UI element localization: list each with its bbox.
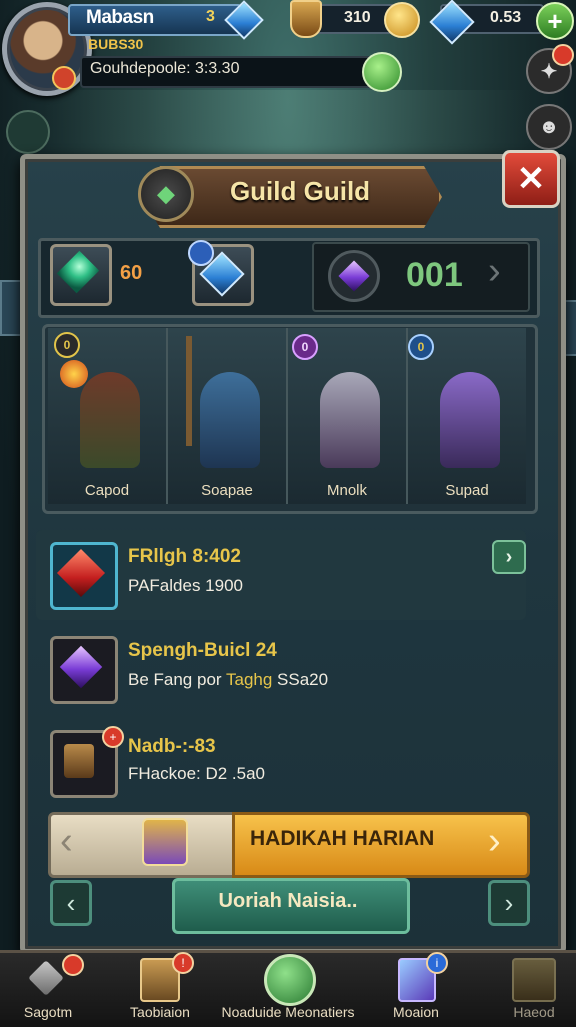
item-subtitle-part: SSa20 [277, 670, 329, 689]
player-level: 3 [206, 8, 215, 25]
nav-item-taobiaion[interactable]: ! Taobiaion [120, 952, 200, 1022]
hero-badge: 0 [292, 334, 318, 360]
panel-title: Guild Guild [229, 176, 371, 206]
nav-item-noaduide[interactable]: Noaduide Meonatiers [218, 952, 358, 1022]
hero-name: Mnolk [326, 482, 367, 499]
item-title: Nadb-:-83 [128, 736, 216, 757]
hero-badge: 0 [54, 332, 80, 358]
reward-value: 60 [120, 262, 143, 284]
nav-notification-dot: i [426, 952, 448, 974]
page-next-button[interactable]: › [488, 880, 530, 926]
nav-item-haeod[interactable]: Haeod [494, 952, 574, 1022]
player-subtitle: BUBS30 [88, 36, 144, 52]
settings-notification-dot [552, 44, 574, 66]
daily-reward-label: HADIKAH HARIAN [250, 827, 435, 850]
item-subtitle: PAFaldes 1900 [128, 576, 243, 595]
treasure-cube-icon [142, 818, 188, 866]
hero-name: Capod [84, 482, 130, 499]
sword-icon [28, 960, 64, 996]
chevron-left-icon: ‹ [60, 820, 73, 862]
crystal-slot-badge [188, 240, 214, 266]
counter-value: 001 [406, 256, 463, 294]
hero-name: Soapae [201, 482, 253, 499]
nav-item-moaion[interactable]: i Moaion [376, 952, 456, 1022]
guild-action-label: Uoriah Naisia.. [218, 890, 358, 912]
nav-label: Sagotm [23, 1004, 73, 1020]
hero-name: Supad [445, 482, 489, 499]
hero-portrait [80, 372, 140, 468]
item-detail-arrow-button[interactable]: › [492, 540, 526, 574]
add-gems-button[interactable]: + [536, 2, 574, 40]
nav-item-sagotm[interactable]: Sagotm [8, 952, 88, 1022]
close-button[interactable]: ✕ [502, 150, 560, 208]
item-subtitle: Be Fang por Taghg SSa20 [128, 670, 328, 690]
nav-label: Taobiaion [130, 1004, 190, 1020]
hero-portrait [440, 372, 500, 468]
hero-portrait [320, 372, 380, 468]
hero-portrait [200, 372, 260, 468]
item-notification-dot: + [102, 726, 124, 748]
player-info-text: Gouhdepoole: 3:3.30 [90, 60, 240, 77]
hammer-icon [64, 744, 94, 778]
nav-notification-dot [62, 954, 84, 976]
map-icon [512, 958, 556, 1002]
counter-next-arrow-icon[interactable]: › [488, 250, 501, 293]
hero-badge: 0 [408, 334, 434, 360]
item-subtitle: FHackoe: D2 .5a0 [128, 764, 266, 783]
leaf-gem-icon[interactable] [362, 52, 402, 92]
item-subtitle-highlight: Taghg [225, 670, 273, 689]
player-name: Mabasn [86, 7, 154, 28]
nav-label: Moaion [393, 1004, 439, 1020]
item-subtitle-part: Be Fang por [128, 670, 222, 689]
chat-button[interactable]: ☻ [526, 104, 572, 150]
nav-label: Haeod [513, 1004, 555, 1020]
nav-notification-dot: ! [172, 952, 194, 974]
page-prev-button[interactable]: ‹ [50, 880, 92, 926]
left-side-button[interactable] [6, 110, 50, 154]
gem-amount: 0.53 [490, 9, 522, 26]
guild-emblem-icon: ◆ [138, 166, 194, 222]
chevron-right-icon: › [488, 820, 501, 862]
purple-ore-icon [328, 250, 380, 302]
item-title: FRllgh 8:402 [128, 546, 241, 567]
shield-icon [290, 0, 322, 38]
gold-amount: 310 [344, 9, 371, 26]
staff-icon [186, 336, 192, 446]
gold-coin-icon [384, 2, 420, 38]
fire-orb-icon [60, 360, 88, 388]
avatar-rank-badge [52, 66, 76, 90]
compass-icon [264, 954, 316, 1006]
nav-label: Noaduide Meonatiers [221, 1004, 355, 1020]
item-title: Spengh-Buicl 24 [128, 640, 277, 661]
